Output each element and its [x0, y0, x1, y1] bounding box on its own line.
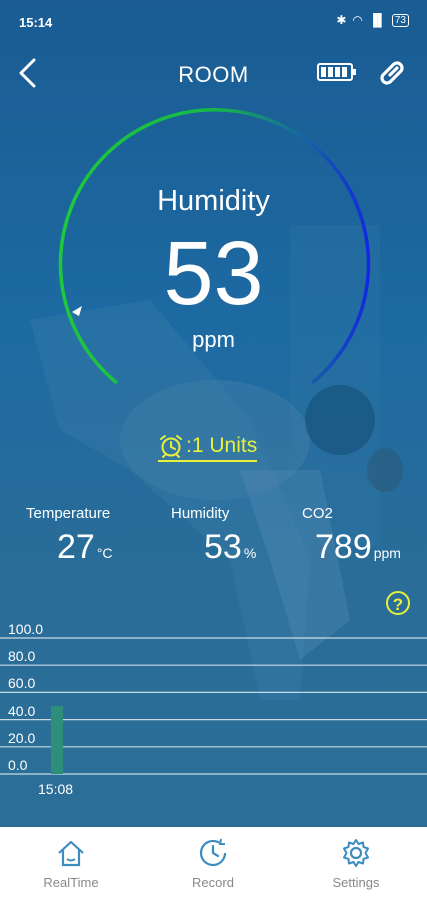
nav-realtime-label: RealTime — [43, 875, 99, 890]
nav-settings[interactable]: Settings — [285, 827, 427, 900]
chart-y-tick: 100.0 — [8, 621, 44, 637]
chart-y-tick: 20.0 — [8, 729, 36, 746]
chart-y-tick: 80.0 — [8, 648, 36, 665]
home-icon — [58, 840, 84, 867]
clock-icon — [199, 838, 227, 867]
bottom-nav: RealTime Record Settings — [0, 827, 427, 900]
screen: 15:14 ✱ ◠ ▐▌ 73 ROOM Humidity 53 ppm:1 … — [0, 0, 427, 900]
chart-y-tick: 40.0 — [8, 702, 36, 719]
chart-y-tick: 0.0 — [8, 757, 28, 773]
gear-icon — [343, 839, 369, 867]
nav-settings-label: Settings — [332, 875, 380, 890]
chart-bar — [51, 706, 63, 774]
nav-record[interactable]: Record — [142, 827, 284, 900]
chart-y-tick: 60.0 — [8, 675, 36, 692]
nav-record-label: Record — [192, 875, 234, 890]
chart-x-tick: 15:08 — [38, 781, 74, 797]
nav-realtime[interactable]: RealTime — [0, 827, 142, 900]
history-chart — [0, 637, 427, 775]
